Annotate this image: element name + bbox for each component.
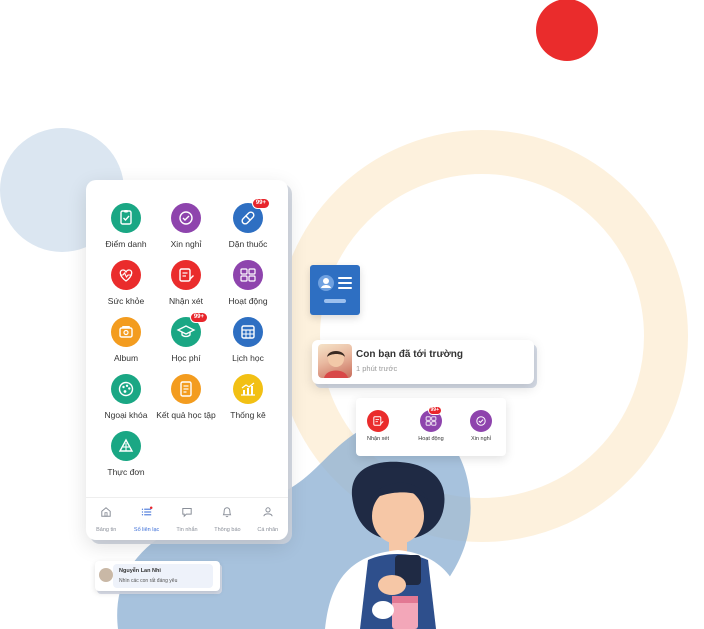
tab-label: Tin nhắn (176, 527, 198, 533)
menu-item-xin-nghi[interactable]: Xin nghỉ (153, 203, 219, 249)
heart-pulse-icon (111, 260, 141, 290)
bottom-tab-bar: Bảng tin Sổ liên lạc Tin nhắn Thông báo Cá n… (86, 497, 288, 540)
quick-action-nhan-xet[interactable]: Nhận xét (358, 410, 398, 442)
list-icon (141, 506, 153, 516)
food-icon (111, 431, 141, 461)
count-badge: 99+ (189, 312, 208, 323)
report-icon (171, 374, 201, 404)
menu-item-label: Xin nghỉ (170, 239, 202, 249)
check-circle-icon (470, 410, 492, 432)
menu-item-label: Thực đơn (107, 467, 145, 477)
message-icon (182, 508, 192, 518)
chat-message-text: Nhìn các con rất đáng yêu (119, 578, 178, 584)
menu-item-label: Dặn thuốc (228, 239, 268, 249)
avatar (99, 568, 113, 582)
activity-grid-icon (233, 260, 263, 290)
clipboard-check-icon (111, 203, 141, 233)
menu-item-thong-ke[interactable]: Thống kê (215, 374, 281, 420)
menu-item-label: Ngoại khóa (104, 410, 148, 420)
quick-actions-card: Nhận xét 99+ Hoạt động Xin nghỉ (356, 398, 506, 456)
palette-icon (111, 374, 141, 404)
tab-label: Bảng tin (96, 527, 117, 533)
profile-card-icon (318, 275, 352, 303)
quick-action-hoat-dong[interactable]: 99+ Hoạt động (411, 406, 451, 442)
chart-icon (233, 374, 263, 404)
menu-item-label: Lịch học (232, 353, 264, 363)
tab-ca-nhan[interactable]: Cá nhân (248, 498, 288, 540)
count-badge: 99+ (251, 198, 270, 209)
tab-bang-tin[interactable]: Bảng tin (86, 498, 126, 540)
quick-action-label: Hoạt động (418, 436, 444, 442)
quick-action-label: Xin nghỉ (471, 436, 491, 442)
quick-action-label: Nhận xét (366, 436, 389, 442)
menu-item-label: Thống kê (230, 410, 266, 420)
calendar-icon (233, 317, 263, 347)
tab-label: Cá nhân (257, 527, 279, 533)
menu-item-label: Kết quả học tập (156, 410, 216, 420)
menu-item-hoc-phi[interactable]: 99+ Học phí (153, 312, 219, 363)
quick-action-xin-nghi[interactable]: Xin nghỉ (461, 410, 501, 442)
tab-thong-bao[interactable]: Thông báo (207, 498, 247, 540)
activity-grid-icon: 99+ (420, 406, 442, 432)
menu-item-dan-thuoc[interactable]: 99+ Dặn thuốc (215, 198, 281, 249)
tab-label: Sổ liên lạc (133, 527, 160, 533)
bell-icon (223, 507, 232, 518)
note-edit-icon (171, 260, 201, 290)
menu-item-label: Sức khỏe (107, 296, 145, 306)
menu-item-nhan-xet[interactable]: Nhận xét (153, 260, 219, 306)
home-icon (101, 507, 111, 517)
menu-item-hoat-dong[interactable]: Hoạt động (215, 260, 281, 306)
tab-tin-nhan[interactable]: Tin nhắn (167, 498, 207, 540)
chat-sender-name: Nguyễn Lan Nhi (119, 568, 161, 574)
red-dot (536, 0, 598, 61)
child-photo (318, 344, 352, 378)
menu-item-diem-danh[interactable]: Điểm danh (93, 203, 159, 249)
menu-item-ket-qua-hoc-tap[interactable]: Kết quả học tập (153, 374, 219, 420)
phone-app-card: Điểm danh Xin nghỉ 99+ Dặn thuốc Sức khỏe Nhậ… (86, 180, 288, 540)
note-edit-icon (367, 410, 389, 432)
menu-item-lich-hoc[interactable]: Lịch học (215, 317, 281, 363)
chat-bubble[interactable]: Nguyễn Lan Nhi Nhìn các con rất đáng yêu (95, 561, 220, 591)
chat-message-box: Nguyễn Lan Nhi Nhìn các con rất đáng yêu (113, 564, 213, 588)
menu-item-thuc-don[interactable]: Thực đơn (93, 431, 159, 477)
photo-album-icon (111, 317, 141, 347)
notification-time: 1 phút trước (356, 364, 398, 373)
tab-so-lien-lac[interactable]: Sổ liên lạc (126, 498, 166, 540)
pill-icon: 99+ (233, 198, 270, 233)
menu-item-label: Album (113, 353, 139, 363)
graduation-cap-icon: 99+ (171, 312, 208, 347)
menu-item-label: Điểm danh (105, 239, 147, 249)
menu-item-ngoai-khoa[interactable]: Ngoại khóa (93, 374, 159, 420)
menu-item-suc-khoe[interactable]: Sức khỏe (93, 260, 159, 306)
menu-item-label: Học phí (171, 353, 201, 363)
count-badge: 99+ (427, 406, 442, 415)
notification-card[interactable]: Con bạn đã tới trường 1 phút trước (312, 340, 534, 384)
menu-item-label: Nhận xét (168, 296, 204, 306)
check-circle-icon (171, 203, 201, 233)
menu-item-album[interactable]: Album (93, 317, 159, 363)
user-icon (263, 507, 273, 517)
notification-title: Con bạn đã tới trường (356, 349, 464, 360)
menu-item-label: Hoạt động (228, 296, 268, 306)
tab-label: Thông báo (214, 527, 241, 533)
profile-card (310, 265, 360, 315)
